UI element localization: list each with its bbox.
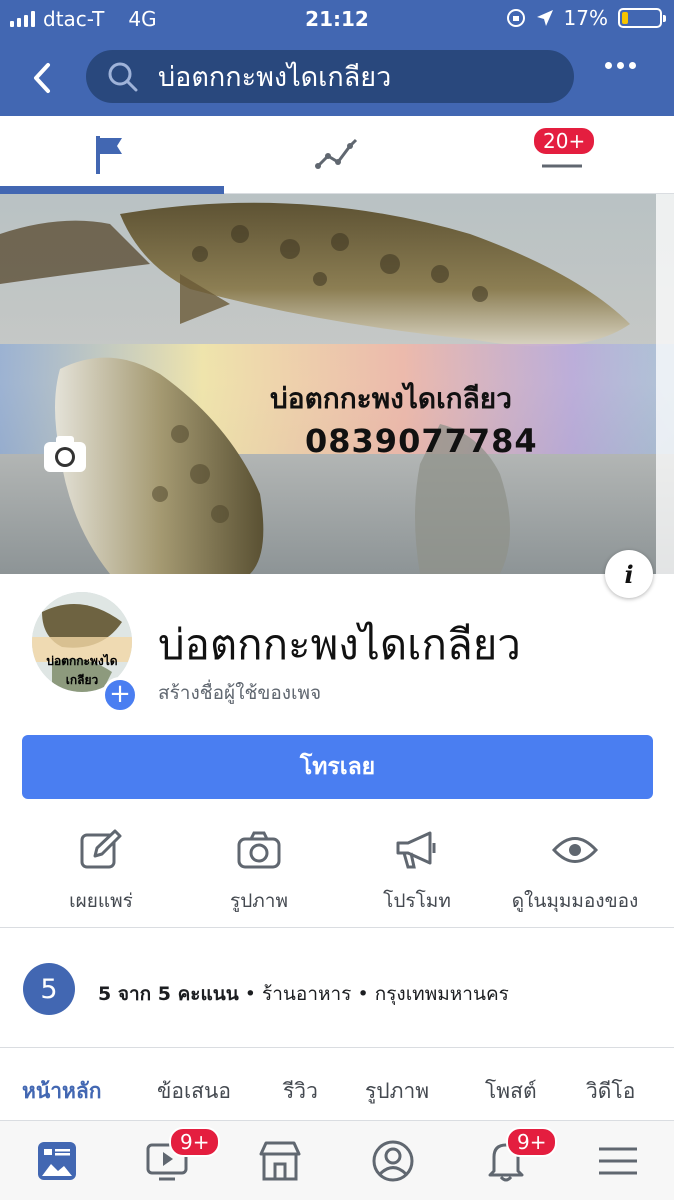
- nav-notifications[interactable]: 9+: [476, 1127, 558, 1187]
- bottom-navigation: 9+ 9+: [0, 1120, 674, 1200]
- camera-icon[interactable]: [42, 434, 88, 474]
- watch-badge: 9+: [169, 1127, 221, 1157]
- edit-icon: [80, 829, 122, 869]
- more-options-button[interactable]: [605, 62, 636, 69]
- chevron-left-icon: [34, 63, 50, 93]
- action-label: เผยแพร่: [69, 890, 133, 912]
- camera-icon: [237, 831, 281, 869]
- page-top-tabs: 20+: [0, 116, 674, 194]
- app-header: dtac-T 4G 21:12 17% บ่อตกกะพงไดเกลียว: [0, 0, 674, 116]
- separator: •: [244, 983, 256, 1005]
- action-label: ดูในมุมมองของ: [511, 890, 639, 912]
- dot-icon: [605, 62, 612, 69]
- page-actions: เผยแพร่ รูปภาพ โปรโมท ดูในมุมมองของ: [0, 820, 674, 928]
- search-icon: [108, 62, 138, 91]
- location-text: กรุงเทพมหานคร: [374, 983, 509, 1005]
- call-now-button[interactable]: โทรเลย: [22, 735, 653, 799]
- notification-badge: 20+: [532, 126, 597, 156]
- create-username-link[interactable]: สร้างชื่อผู้ใช้ของเพจ: [158, 678, 321, 708]
- tab-activity[interactable]: [225, 116, 449, 192]
- rating-row[interactable]: 5 5 จาก 5 คะแนน • ร้านอาหาร • กรุงเทพมหา…: [0, 930, 674, 1048]
- nav-menu[interactable]: [588, 1135, 648, 1187]
- tab-page[interactable]: [0, 116, 224, 194]
- cover-photo[interactable]: บ่อตกกะพงไดเกลียว 0839077784: [0, 194, 674, 574]
- photos-button[interactable]: รูปภาพ: [175, 820, 343, 926]
- marketplace-icon: [259, 1141, 301, 1181]
- profile-icon: [372, 1140, 414, 1182]
- dot-icon: [617, 62, 624, 69]
- notifications-badge: 9+: [506, 1127, 558, 1157]
- location-arrow-icon: [536, 10, 553, 26]
- category-text: ร้านอาหาร: [262, 983, 352, 1005]
- info-button[interactable]: i: [605, 550, 653, 598]
- nav-news-feed[interactable]: [27, 1135, 87, 1187]
- dot-icon: [629, 62, 636, 69]
- cover-title: บ่อตกกะพงไดเกลียว: [270, 382, 512, 415]
- page-section-tabs: หน้าหลัก ข้อเสนอ รีวิว รูปภาพ โพสต์ วิดี…: [0, 1050, 674, 1122]
- battery-level-fill: [622, 12, 628, 24]
- back-button[interactable]: [20, 56, 64, 100]
- tab-menu[interactable]: 20+: [450, 116, 674, 192]
- tab-offers[interactable]: ข้อเสนอ: [157, 1075, 231, 1108]
- cover-phone-number: 0839077784: [305, 422, 538, 460]
- search-bar[interactable]: บ่อตกกะพงไดเกลียว: [86, 50, 574, 103]
- battery-percent: 17%: [563, 6, 608, 30]
- facebook-page-screen: dtac-T 4G 21:12 17% บ่อตกกะพงไดเกลียว 20…: [0, 0, 674, 1200]
- nav-profile[interactable]: [363, 1135, 423, 1187]
- action-label: รูปภาพ: [230, 890, 288, 912]
- tab-videos[interactable]: วิดีโอ: [586, 1075, 635, 1108]
- search-query: บ่อตกกะพงไดเกลียว: [158, 62, 392, 93]
- news-feed-icon: [38, 1142, 76, 1180]
- rotation-lock-icon: [506, 9, 525, 27]
- rating-text: 5 จาก 5 คะแนน: [98, 983, 239, 1005]
- tab-home[interactable]: หน้าหลัก: [22, 1075, 101, 1108]
- tab-posts[interactable]: โพสต์: [485, 1075, 537, 1108]
- activity-icon: [315, 138, 358, 169]
- rating-summary: 5 จาก 5 คะแนน • ร้านอาหาร • กรุงเทพมหานค…: [98, 979, 509, 1009]
- rating-score-badge: 5: [23, 963, 75, 1015]
- menu-icon: [599, 1147, 637, 1175]
- flag-icon: [96, 136, 122, 174]
- action-label: โปรโมท: [383, 890, 451, 912]
- promote-button[interactable]: โปรโมท: [333, 820, 501, 926]
- megaphone-icon: [396, 831, 436, 869]
- tab-photos[interactable]: รูปภาพ: [365, 1075, 429, 1108]
- publish-button[interactable]: เผยแพร่: [17, 820, 185, 926]
- separator: •: [357, 983, 369, 1005]
- nav-marketplace[interactable]: [250, 1135, 310, 1187]
- nav-watch[interactable]: 9+: [137, 1127, 221, 1187]
- add-profile-photo-button[interactable]: +: [102, 677, 138, 713]
- eye-icon: [552, 837, 598, 863]
- tab-reviews[interactable]: รีวิว: [283, 1075, 318, 1108]
- status-bar: dtac-T 4G 21:12 17%: [0, 0, 674, 38]
- page-title: บ่อตกกะพงไดเกลียว: [158, 620, 521, 669]
- view-as-button[interactable]: ดูในมุมมองของ: [491, 820, 659, 926]
- battery-icon: [618, 8, 666, 28]
